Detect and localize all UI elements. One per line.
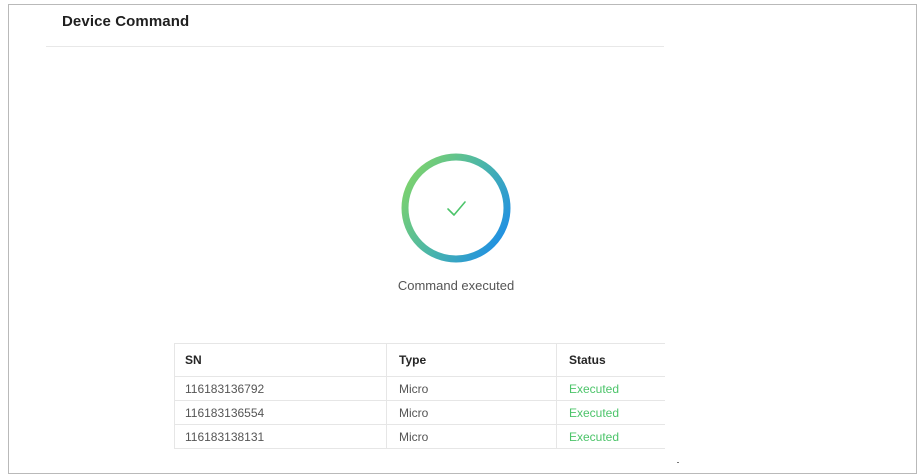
column-header-status: Status	[556, 343, 665, 377]
success-ring	[401, 153, 511, 263]
device-table: SN Type Status 116183136792 Micro Execut…	[174, 343, 665, 449]
result-message: Command executed	[397, 278, 515, 293]
page-title: Device Command	[62, 13, 190, 30]
column-header-type: Type	[386, 343, 557, 377]
cell-status: Executed	[556, 400, 665, 425]
check-icon	[447, 201, 466, 216]
cell-sn: 116183136792	[174, 376, 387, 401]
table-row: 116183138131 Micro Executed	[174, 424, 665, 449]
table-row: 116183136792 Micro Executed	[174, 376, 665, 401]
title-divider	[46, 46, 664, 47]
cell-type: Micro	[386, 400, 557, 425]
cell-sn: 116183136554	[174, 400, 387, 425]
cell-status: Executed	[556, 424, 665, 449]
cell-sn: 116183138131	[174, 424, 387, 449]
table-header-row: SN Type Status	[174, 343, 665, 377]
cell-status: Executed	[556, 376, 665, 401]
corner-mark	[677, 462, 679, 463]
table-row: 116183136554 Micro Executed	[174, 400, 665, 425]
column-header-sn: SN	[174, 343, 387, 377]
success-icon	[401, 153, 511, 263]
cell-type: Micro	[386, 376, 557, 401]
cell-type: Micro	[386, 424, 557, 449]
